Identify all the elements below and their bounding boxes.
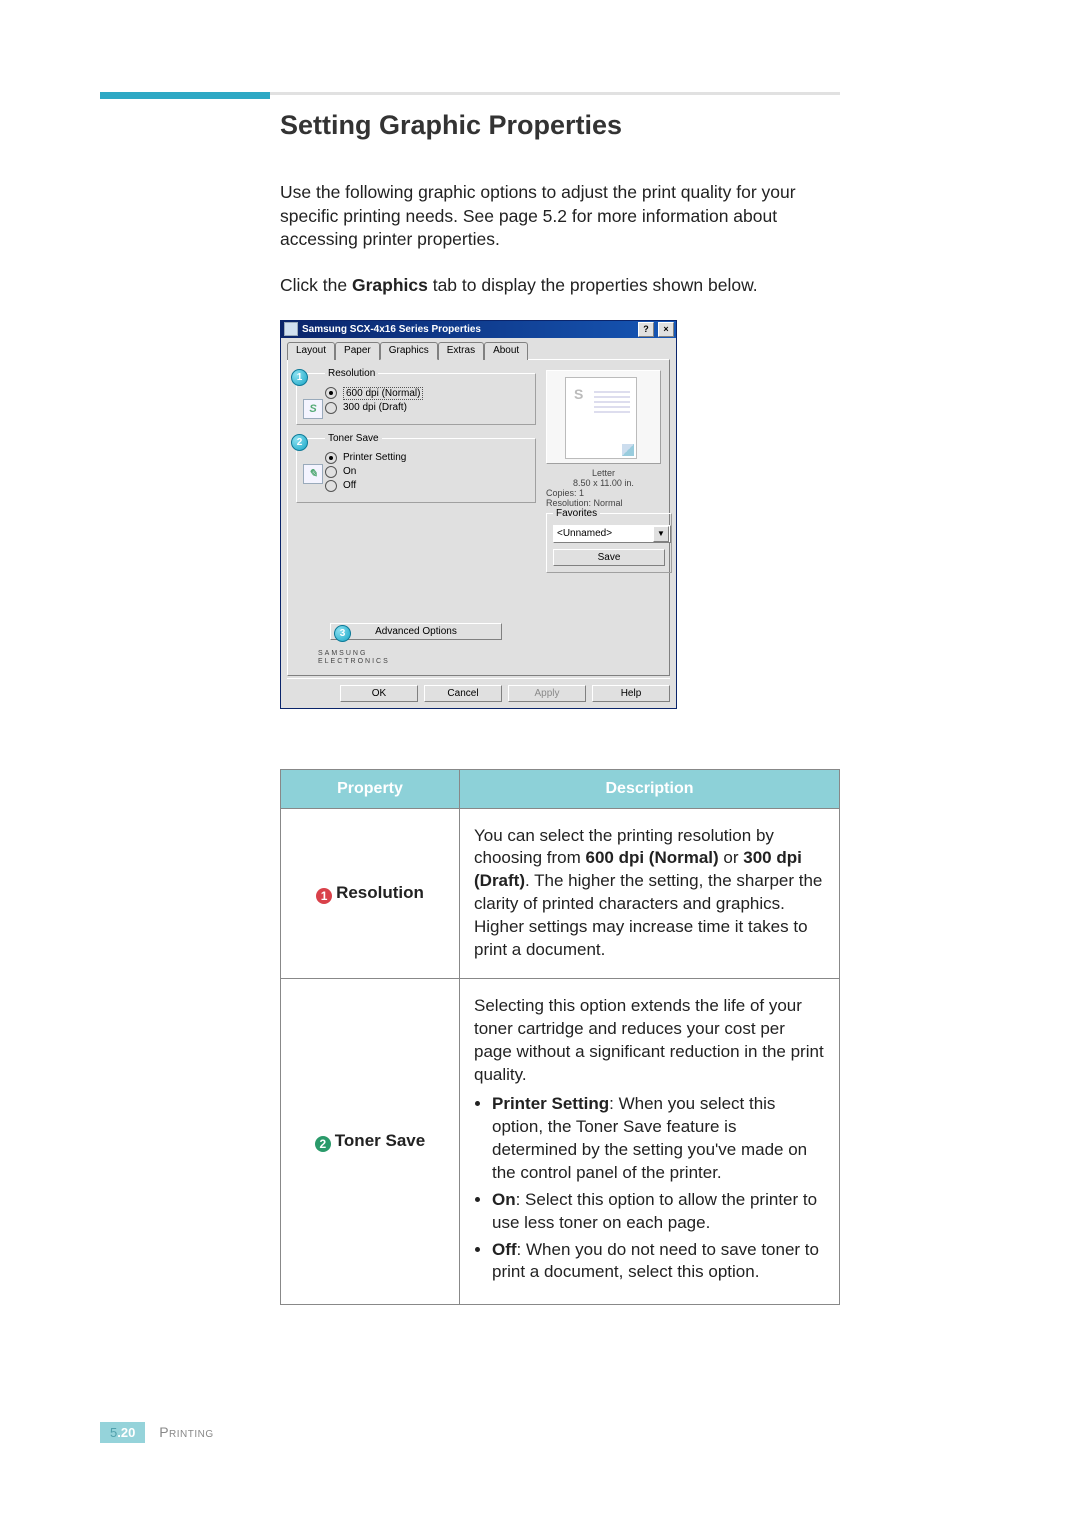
resolution-legend: Resolution [325, 368, 378, 379]
radio-300dpi[interactable]: 300 dpi (Draft) [325, 402, 529, 414]
tab-layout[interactable]: Layout [287, 342, 335, 360]
radio-on[interactable]: On [325, 466, 529, 478]
text: Click the [280, 275, 352, 295]
dialog-title: Samsung SCX-4x16 Series Properties [302, 324, 634, 335]
favorites-legend: Favorites [553, 508, 600, 519]
description-toner-save: Selecting this option extends the life o… [460, 979, 840, 1305]
callout-1: 1 [291, 369, 308, 386]
list-item: Off: When you do not need to save toner … [492, 1239, 825, 1285]
help-button-bottom[interactable]: Help [592, 685, 670, 702]
top-rule [100, 92, 840, 95]
resolution-group: Resolution 1 S 600 dpi (Normal) 300 dpi … [296, 368, 536, 425]
toner-icon: ✎ [303, 464, 323, 484]
save-favorites-button[interactable]: Save [553, 549, 665, 566]
chevron-down-icon: ▼ [653, 526, 669, 542]
text: : When you do not need to save toner to … [492, 1240, 819, 1282]
favorites-group: Favorites <Unnamed> ▼ Save [546, 508, 672, 573]
property-resolution: 1Resolution [281, 808, 460, 979]
text: or [719, 848, 744, 867]
radio-icon [325, 452, 337, 464]
text-bold: Printer Setting [492, 1094, 609, 1113]
property-table: Property Description 1Resolution You can… [280, 769, 840, 1306]
header-description: Description [460, 769, 840, 808]
list-item: Printer Setting: When you select this op… [492, 1093, 825, 1185]
radio-label: 300 dpi (Draft) [343, 402, 407, 413]
text: Selecting this option extends the life o… [474, 996, 824, 1084]
brand-name: SAMSUNG [318, 650, 367, 657]
properties-dialog: Samsung SCX-4x16 Series Properties ? × L… [280, 320, 677, 709]
radio-icon [325, 387, 337, 399]
brand-sub: ELECTRONICS [318, 658, 536, 665]
list-item: On: Select this option to allow the prin… [492, 1189, 825, 1235]
printer-icon [284, 322, 298, 336]
section-label: Printing [159, 1424, 213, 1440]
resolution-icon: S [303, 399, 323, 419]
titlebar: Samsung SCX-4x16 Series Properties ? × [281, 321, 676, 338]
apply-button[interactable]: Apply [508, 685, 586, 702]
radio-icon [325, 466, 337, 478]
radio-label: 600 dpi (Normal) [343, 387, 423, 400]
table-row: 2Toner Save Selecting this option extend… [281, 979, 840, 1305]
text-bold: Off [492, 1240, 517, 1259]
page-number-box: 5.20 [100, 1422, 145, 1443]
callout-3: 3 [334, 625, 351, 642]
radio-label: Printer Setting [343, 452, 406, 463]
radio-printer-setting[interactable]: Printer Setting [325, 452, 529, 464]
text-bold: 600 dpi (Normal) [586, 848, 719, 867]
toner-save-list: Printer Setting: When you select this op… [474, 1093, 825, 1285]
favorites-value: <Unnamed> [557, 528, 612, 539]
radio-icon [325, 402, 337, 414]
graphics-bold: Graphics [352, 275, 428, 295]
page-footer: 5.20 Printing [100, 1422, 214, 1443]
radio-600dpi[interactable]: 600 dpi (Normal) [325, 387, 529, 400]
radio-off[interactable]: Off [325, 480, 529, 492]
tab-panel: Resolution 1 S 600 dpi (Normal) 300 dpi … [287, 359, 670, 676]
text: . The higher the setting, the sharper th… [474, 871, 822, 959]
preview-meta: Letter 8.50 x 11.00 in. Copies: 1 Resolu… [546, 468, 661, 508]
property-toner-save: 2Toner Save [281, 979, 460, 1305]
intro-paragraph: Use the following graphic options to adj… [280, 181, 840, 252]
text: tab to display the properties shown belo… [428, 275, 758, 295]
preview-paper-size: 8.50 x 11.00 in. [546, 478, 661, 488]
ok-button[interactable]: OK [340, 685, 418, 702]
tab-strip: Layout Paper Graphics Extras About [287, 342, 670, 360]
toner-save-group: Toner Save 2 ✎ Printer Setting On [296, 433, 536, 503]
cancel-button[interactable]: Cancel [424, 685, 502, 702]
tab-about[interactable]: About [484, 342, 528, 360]
page-heading: Setting Graphic Properties [280, 110, 840, 141]
advanced-options-button[interactable]: Advanced Options [330, 623, 502, 640]
tab-extras[interactable]: Extras [438, 342, 484, 360]
callout-2: 2 [291, 434, 308, 451]
table-row: 1Resolution You can select the printing … [281, 808, 840, 979]
header-property: Property [281, 769, 460, 808]
preview-resolution: Resolution: Normal [546, 498, 661, 508]
advanced-row: 3 Advanced Options [296, 623, 536, 640]
toner-save-legend: Toner Save [325, 433, 382, 444]
click-instruction: Click the Graphics tab to display the pr… [280, 274, 840, 298]
radio-label: Off [343, 480, 356, 491]
brand-logo: SAMSUNG ELECTRONICS [296, 646, 536, 665]
close-button[interactable]: × [658, 322, 674, 337]
preview-copies: Copies: 1 [546, 488, 661, 498]
favorites-select[interactable]: <Unnamed> ▼ [553, 525, 671, 543]
help-button[interactable]: ? [638, 322, 654, 337]
property-name: Toner Save [335, 1131, 425, 1150]
text-bold: On [492, 1190, 516, 1209]
circle-2-icon: 2 [315, 1136, 331, 1152]
dialog-buttons: OK Cancel Apply Help [287, 678, 670, 702]
page-preview: S [546, 370, 661, 464]
radio-icon [325, 480, 337, 492]
preview-page-icon: S [565, 377, 637, 459]
radio-label: On [343, 466, 356, 477]
description-resolution: You can select the printing resolution b… [460, 808, 840, 979]
page-number: 20 [121, 1425, 135, 1440]
circle-1-icon: 1 [316, 888, 332, 904]
preview-paper-name: Letter [546, 468, 661, 478]
property-name: Resolution [336, 883, 424, 902]
text: : Select this option to allow the printe… [492, 1190, 817, 1232]
tab-graphics[interactable]: Graphics [380, 342, 438, 360]
tab-paper[interactable]: Paper [335, 342, 380, 360]
